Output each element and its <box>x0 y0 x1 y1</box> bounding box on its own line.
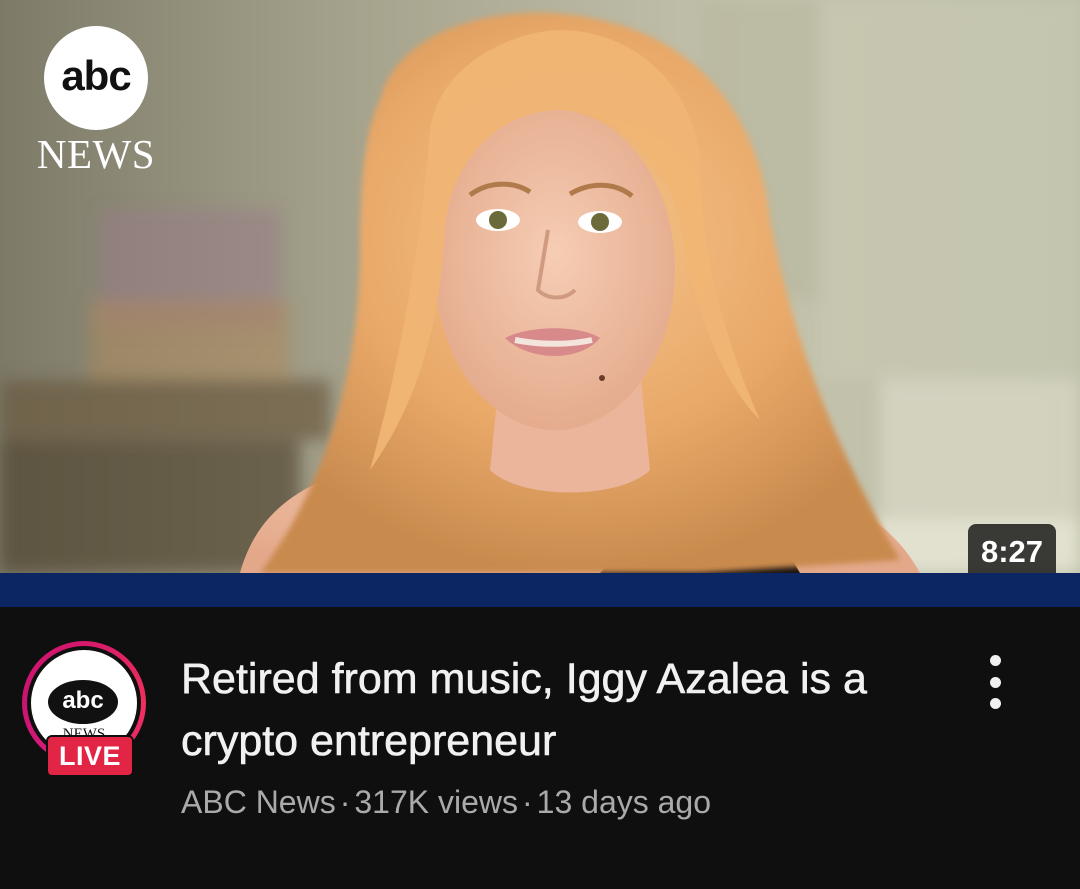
abc-logo-circle: abc <box>44 26 148 130</box>
avatar-logo-text: abc <box>48 680 118 724</box>
vertical-ellipsis-icon-dot <box>989 698 1001 709</box>
vertical-ellipsis-icon <box>989 655 1001 666</box>
watch-progress-bar <box>0 573 1080 607</box>
logo-subtext: NEWS <box>36 131 156 177</box>
abc-news-logo: abc NEWS <box>30 26 162 177</box>
video-title[interactable]: Retired from music, Iggy Azalea is a cry… <box>181 648 941 772</box>
video-thumbnail[interactable]: abc NEWS 8:27 <box>0 0 1080 573</box>
vertical-ellipsis-icon-dot <box>989 676 1001 688</box>
meta-separator: · <box>339 784 351 820</box>
watch-progress-fill <box>0 573 1080 607</box>
channel-avatar[interactable]: abc NEWS LIVE <box>22 641 158 781</box>
video-card[interactable]: abc NEWS 8:27 abc NEWS LIVE Retired from… <box>0 0 1080 889</box>
meta-separator: · <box>522 784 533 820</box>
view-count: 317K views <box>354 784 518 820</box>
logo-text: abc <box>61 52 131 99</box>
live-badge: LIVE <box>46 735 134 777</box>
video-meta: ABC News · 317K views · 13 days ago <box>181 781 711 823</box>
more-options-button[interactable] <box>970 652 1020 712</box>
thumbnail-image <box>0 0 1080 573</box>
duration-badge: 8:27 <box>967 524 1056 573</box>
channel-name[interactable]: ABC News <box>181 784 336 820</box>
upload-age: 13 days ago <box>536 784 712 820</box>
